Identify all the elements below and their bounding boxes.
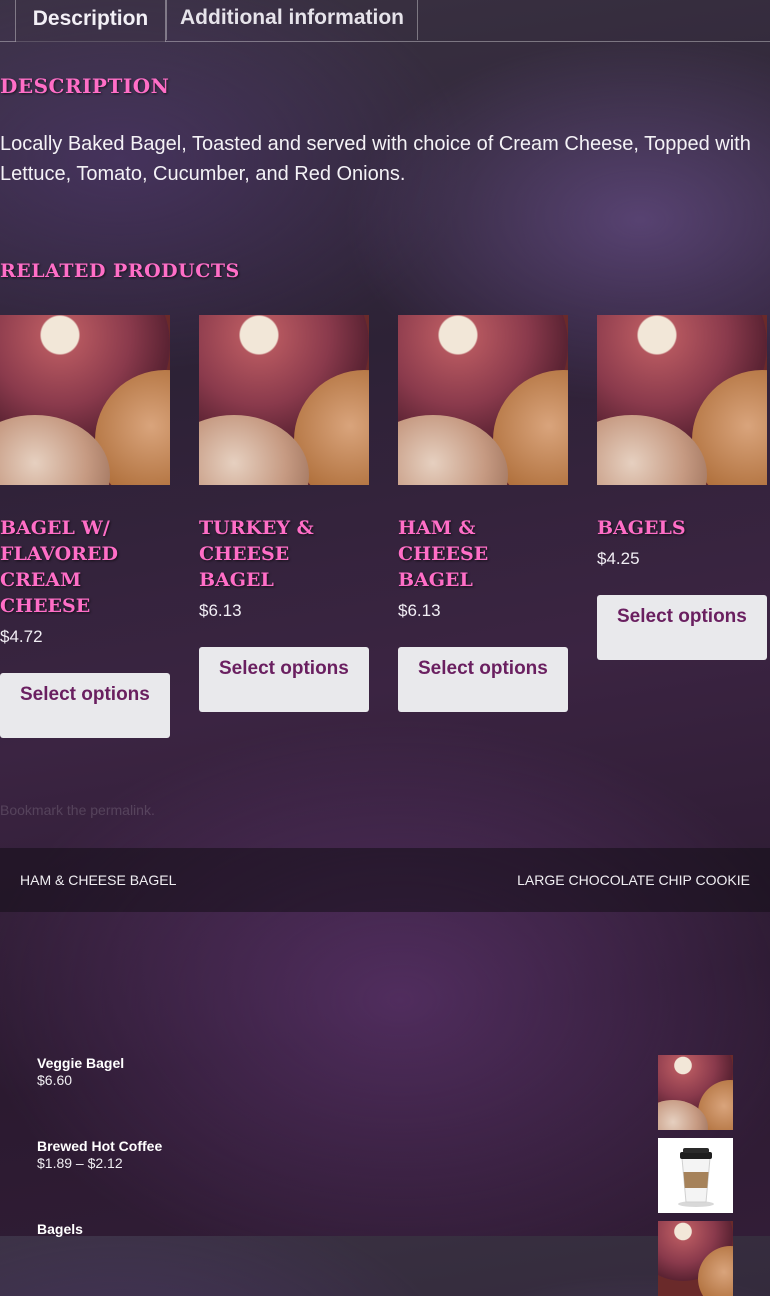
product-name[interactable]: TURKEY & CHEESE BAGEL	[199, 515, 369, 593]
select-options-button[interactable]: Select options	[0, 673, 170, 738]
widget-product-name[interactable]: Brewed Hot Coffee	[37, 1138, 733, 1154]
product-tabs: Description Additional information	[0, 0, 770, 42]
widget-list-item[interactable]: Brewed Hot Coffee $1.89 – $2.12	[37, 1138, 733, 1213]
coffee-cup-thumbnail[interactable]	[658, 1138, 733, 1213]
widget-list-item[interactable]: Veggie Bagel $6.60	[37, 1055, 733, 1130]
widget-product-name[interactable]: Veggie Bagel	[37, 1055, 733, 1071]
product-card: BAGEL W/ FLAVORED CREAM CHEESE $4.72 Sel…	[0, 315, 170, 738]
product-image[interactable]	[199, 315, 369, 485]
description-text: Locally Baked Bagel, Toasted and served …	[0, 133, 751, 185]
next-post-link[interactable]: LARGE CHOCOLATE CHIP COOKIE	[517, 872, 750, 888]
product-card: TURKEY & CHEESE BAGEL $6.13 Select optio…	[199, 315, 369, 712]
product-price: $6.13	[199, 601, 242, 620]
widget-product-price: $6.60	[37, 1072, 73, 1088]
product-price: $4.72	[0, 627, 43, 646]
product-price: $6.13	[398, 601, 441, 620]
post-navigation: HAM & CHEESE BAGEL LARGE CHOCOLATE CHIP …	[0, 848, 770, 912]
product-card: HAM & CHEESE BAGEL $6.13 Select options	[398, 315, 568, 712]
select-options-button[interactable]: Select options	[597, 595, 767, 660]
product-price: $4.25	[597, 549, 640, 568]
previous-post-link[interactable]: HAM & CHEESE BAGEL	[20, 872, 176, 888]
description-heading: DESCRIPTION	[0, 74, 170, 98]
product-name[interactable]: BAGEL W/ FLAVORED CREAM CHEESE	[0, 515, 170, 619]
product-image[interactable]	[0, 315, 170, 485]
tab-description[interactable]: Description	[15, 0, 166, 42]
select-options-button[interactable]: Select options	[398, 647, 568, 712]
select-options-button[interactable]: Select options	[199, 647, 369, 712]
widget-thumbnail[interactable]	[658, 1055, 733, 1130]
permalink-text[interactable]: Bookmark the permalink.	[0, 802, 155, 818]
tab-additional-information[interactable]: Additional information	[166, 0, 418, 40]
product-name[interactable]: BAGELS	[597, 515, 767, 541]
widget-thumbnail[interactable]	[658, 1221, 733, 1296]
widget-product-name[interactable]: Bagels	[37, 1221, 733, 1237]
product-image[interactable]	[597, 315, 767, 485]
product-image[interactable]	[398, 315, 568, 485]
related-products-heading: RELATED PRODUCTS	[0, 260, 240, 282]
product-name[interactable]: HAM & CHEESE BAGEL	[398, 515, 568, 593]
widget-list-item[interactable]: Bagels	[37, 1221, 733, 1296]
product-card: BAGELS $4.25 Select options	[597, 315, 767, 660]
coffee-cup-icon	[658, 1138, 733, 1213]
widget-product-price: $1.89 – $2.12	[37, 1155, 123, 1171]
